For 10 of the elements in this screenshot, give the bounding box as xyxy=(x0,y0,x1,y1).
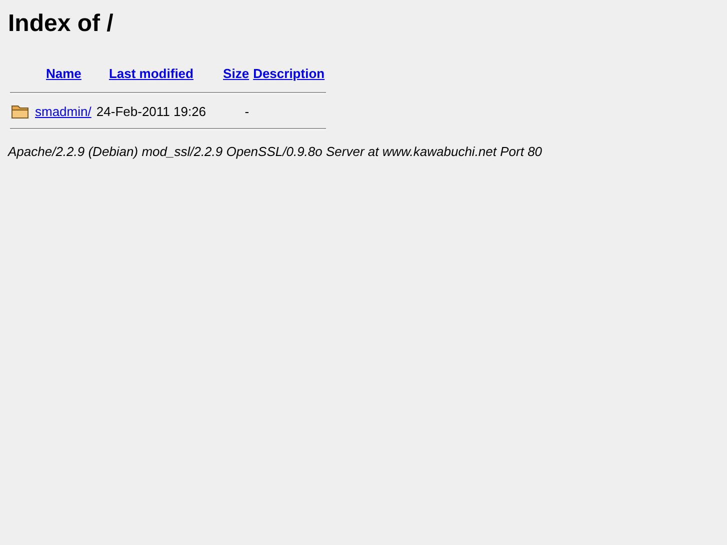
folder-icon xyxy=(11,103,30,119)
column-header-link[interactable]: Size xyxy=(223,66,250,81)
server-signature: Apache/2.2.9 (Debian) mod_ssl/2.2.9 OpenSSL/0.9.8o Server at www.kawabuchi.net Port 80 xyxy=(8,144,544,159)
table-cell-text: - xyxy=(244,102,250,120)
column-header-link[interactable]: Name xyxy=(46,66,82,81)
column-header-link[interactable]: Last modified xyxy=(108,66,194,81)
page-title: Index of / xyxy=(8,9,114,39)
column-header-link[interactable]: Description xyxy=(253,66,325,81)
folder-link[interactable]: smadmin/ xyxy=(35,104,92,118)
table-cell-text: 24-Feb-2011 19:26 xyxy=(95,102,208,120)
